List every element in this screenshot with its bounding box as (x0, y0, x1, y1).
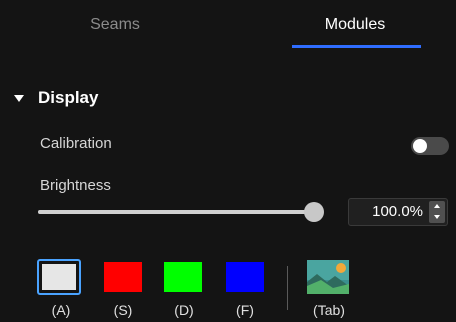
active-tab-indicator (292, 45, 421, 48)
swatch-s[interactable] (100, 258, 142, 298)
step-up-icon[interactable] (429, 201, 445, 212)
caret-down-icon (14, 94, 24, 102)
swatch-s-label: (S) (113, 302, 133, 318)
image-button[interactable] (307, 260, 349, 294)
step-down-icon[interactable] (429, 212, 445, 223)
swatch-a-label: (A) (51, 302, 71, 318)
calibration-toggle[interactable] (411, 137, 449, 155)
brightness-input-box: 100.0% (348, 198, 448, 226)
swatch-a-color (37, 259, 81, 295)
tab-bar: Seams Modules (0, 0, 456, 58)
modules-panel: Seams Modules Display Calibration Bright… (0, 0, 456, 322)
swatch-f-label: (F) (236, 302, 254, 318)
image-icon (307, 260, 349, 294)
swatch-s-color (104, 262, 142, 292)
slider-thumb[interactable] (304, 202, 324, 222)
slider-track (38, 210, 314, 214)
swatch-d-color (164, 262, 202, 292)
brightness-value-input[interactable]: 100.0% (349, 199, 427, 225)
brightness-label: Brightness (40, 177, 111, 194)
brightness-slider[interactable] (38, 202, 324, 222)
swatch-f[interactable] (222, 258, 264, 298)
brightness-stepper (429, 201, 445, 223)
display-section-header[interactable]: Display (14, 86, 98, 110)
image-button-label: (Tab) (313, 302, 345, 318)
swatch-d[interactable] (160, 258, 202, 298)
swatch-d-label: (D) (174, 302, 194, 318)
slider-fill (38, 210, 314, 214)
swatch-a[interactable] (36, 258, 81, 298)
divider (287, 266, 288, 310)
tab-seams[interactable]: Seams (60, 16, 170, 52)
swatch-f-color (226, 262, 264, 292)
toggle-knob (413, 139, 427, 153)
calibration-label: Calibration (40, 135, 112, 152)
section-title: Display (38, 88, 99, 107)
